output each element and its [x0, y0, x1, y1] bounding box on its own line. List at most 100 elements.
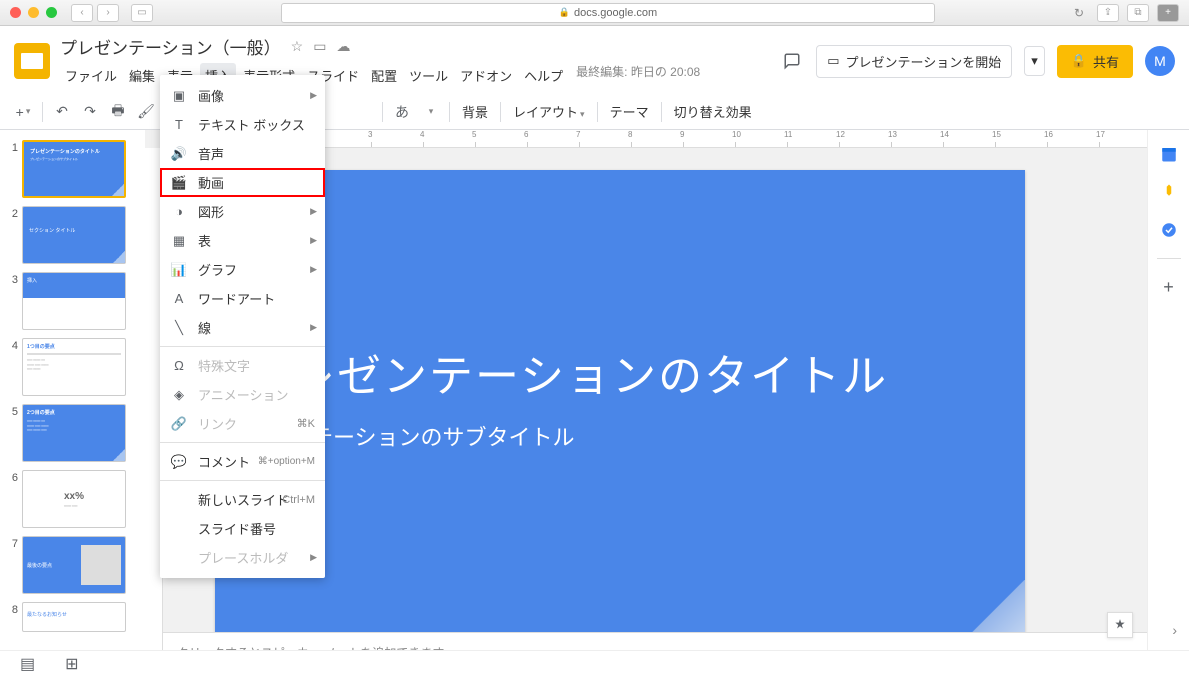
menu-item-line[interactable]: ╲ 線 ▶	[160, 313, 325, 342]
slide-subtitle-text[interactable]: レゼンテーションのサブタイトル	[245, 420, 995, 452]
cloud-icon[interactable]: ☁	[336, 38, 350, 55]
menu-item-animation: ◈ アニメーション	[160, 380, 325, 409]
slide-thumb-8[interactable]: 最たなるお知らせ	[22, 602, 126, 632]
menu-item-textbox[interactable]: T テキスト ボックス	[160, 110, 325, 139]
comment-history-icon[interactable]	[780, 49, 804, 73]
fullscreen-window-button[interactable]	[46, 7, 57, 18]
close-window-button[interactable]	[10, 7, 21, 18]
input-method-button[interactable]: あ	[389, 99, 415, 125]
menu-item-slide-number[interactable]: スライド番号	[160, 514, 325, 543]
slide-thumb-1[interactable]: プレゼンテーションのタイトル プレゼンテーションのサブタイトル	[22, 140, 126, 198]
slide-thumb-4[interactable]: 1つ目の要点 ━━━ ━━━━ ━━━━━━ ━━━ ━━━━━━━ ━━━━	[22, 338, 126, 396]
calendar-icon[interactable]	[1159, 144, 1179, 164]
back-button[interactable]: ‹	[71, 4, 93, 22]
background-button[interactable]: 背景	[456, 102, 494, 121]
slide-thumb-5[interactable]: 2つ目の要点 ━━━ ━━━━ ━━━━━━ ━━━ ━━━━━━━ ━━━━ …	[22, 404, 126, 462]
video-icon: 🎬	[170, 174, 188, 192]
document-title[interactable]: プレゼンテーション（一般）	[60, 34, 281, 59]
share-browser-button[interactable]: ⇪	[1097, 4, 1119, 22]
menu-item-comment[interactable]: 💬 コメント ⌘+option+M	[160, 447, 325, 476]
menu-item-shape[interactable]: ◑ 図形 ▶	[160, 197, 325, 226]
url-text: docs.google.com	[574, 7, 657, 19]
menu-edit[interactable]: 編集	[124, 63, 160, 88]
submenu-arrow-icon: ▶	[310, 206, 317, 217]
menu-help[interactable]: ヘルプ	[519, 63, 568, 88]
right-side-panel: +	[1147, 130, 1189, 672]
slide-corner-fold	[965, 580, 1025, 640]
lock-icon: 🔒	[1071, 53, 1087, 69]
filmstrip-view-icon[interactable]: ▤	[20, 654, 35, 674]
grid-view-icon[interactable]: ⊞	[65, 654, 78, 674]
slide-title-text[interactable]: プレゼンテーションのタイトル	[245, 340, 995, 404]
menu-file[interactable]: ファイル	[60, 63, 122, 88]
thumb-image-placeholder	[81, 545, 121, 585]
link-icon: 🔗	[170, 415, 188, 433]
lock-icon: 🔒	[559, 7, 570, 18]
redo-button[interactable]: ↷	[77, 99, 103, 125]
tabs-button[interactable]: ⧉	[1127, 4, 1149, 22]
textbox-icon: T	[170, 116, 188, 134]
paint-button[interactable]: 🖌	[133, 99, 159, 125]
comment-icon: 💬	[170, 453, 188, 471]
wordart-icon: A	[170, 290, 188, 308]
slide-thumb-2[interactable]: セクション タイトル	[22, 206, 126, 264]
nav-buttons: ‹ ›	[71, 4, 119, 22]
explore-button[interactable]	[1107, 612, 1133, 638]
menu-item-image[interactable]: ▣ 画像 ▶	[160, 81, 325, 110]
slide-thumb-3[interactable]: 挿入	[22, 272, 126, 330]
url-bar[interactable]: 🔒 docs.google.com	[281, 3, 935, 23]
submenu-arrow-icon: ▶	[310, 322, 317, 333]
menu-item-wordart[interactable]: A ワードアート	[160, 284, 325, 313]
menu-item-chart[interactable]: 📊 グラフ ▶	[160, 255, 325, 284]
window-controls	[10, 7, 57, 18]
star-icon[interactable]: ☆	[291, 38, 304, 55]
move-icon[interactable]: ▭	[313, 38, 326, 55]
slide-thumb-7[interactable]: 最後の要点	[22, 536, 126, 594]
present-button[interactable]: ▭ プレゼンテーションを開始	[816, 45, 1012, 78]
share-button[interactable]: 🔒 共有	[1057, 45, 1133, 78]
new-slide-button[interactable]: +▾	[10, 99, 36, 125]
undo-button[interactable]: ↶	[49, 99, 75, 125]
share-label: 共有	[1093, 52, 1119, 71]
reload-button[interactable]: ↻	[1069, 3, 1089, 23]
submenu-arrow-icon: ▶	[310, 552, 317, 563]
slide-canvas[interactable]: プレゼンテーションのタイトル レゼンテーションのサブタイトル	[215, 170, 1025, 640]
menu-arrange[interactable]: 配置	[366, 63, 402, 88]
image-icon: ▣	[170, 87, 188, 105]
input-dropdown[interactable]: ▾	[417, 99, 443, 125]
keep-icon[interactable]	[1159, 182, 1179, 202]
add-addon-icon[interactable]: +	[1159, 277, 1179, 297]
special-char-icon: Ω	[170, 357, 188, 375]
menu-tools[interactable]: ツール	[404, 63, 453, 88]
print-button[interactable]: 🖶	[105, 99, 131, 125]
theme-button[interactable]: テーマ	[604, 102, 655, 121]
last-edit-label: 最終編集: 昨日の 20:08	[576, 63, 700, 88]
user-avatar[interactable]: M	[1145, 46, 1175, 76]
menu-addons[interactable]: アドオン	[455, 63, 517, 88]
browser-right: ⇪ ⧉ +	[1097, 4, 1179, 22]
sidebar-toggle-button[interactable]: ▭	[131, 4, 153, 22]
minimize-window-button[interactable]	[28, 7, 39, 18]
table-icon: ▦	[170, 232, 188, 250]
tasks-icon[interactable]	[1159, 220, 1179, 240]
menu-item-video[interactable]: 🎬 動画	[160, 168, 325, 197]
menu-item-audio[interactable]: 🔊 音声	[160, 139, 325, 168]
add-tab-button[interactable]: +	[1157, 4, 1179, 22]
shape-icon: ◑	[170, 203, 188, 221]
line-icon: ╲	[170, 319, 188, 337]
present-label: プレゼンテーションを開始	[846, 52, 1002, 71]
menu-item-table[interactable]: ▦ 表 ▶	[160, 226, 325, 255]
present-dropdown[interactable]: ▾	[1024, 46, 1045, 76]
slide-thumbnails-panel[interactable]: 1 プレゼンテーションのタイトル プレゼンテーションのサブタイトル 2 セクショ…	[0, 130, 145, 672]
forward-button[interactable]: ›	[97, 4, 119, 22]
slide-thumb-6[interactable]: xx%━━━━ ━━━	[22, 470, 126, 528]
collapse-panel-button[interactable]: ›	[1172, 622, 1177, 638]
layout-button[interactable]: レイアウト▾	[507, 102, 591, 121]
menu-item-new-slide[interactable]: 新しいスライド Ctrl+M	[160, 485, 325, 514]
animation-icon: ◈	[170, 386, 188, 404]
menu-item-link: 🔗 リンク ⌘K	[160, 409, 325, 438]
transition-button[interactable]: 切り替え効果	[668, 102, 758, 121]
header-right: ▭ プレゼンテーションを開始 ▾ 🔒 共有 M	[780, 45, 1175, 78]
slides-logo[interactable]	[14, 43, 50, 79]
insert-dropdown-menu: ▣ 画像 ▶ T テキスト ボックス 🔊 音声 🎬 動画 ◑ 図形 ▶ ▦ 表 …	[160, 75, 325, 578]
